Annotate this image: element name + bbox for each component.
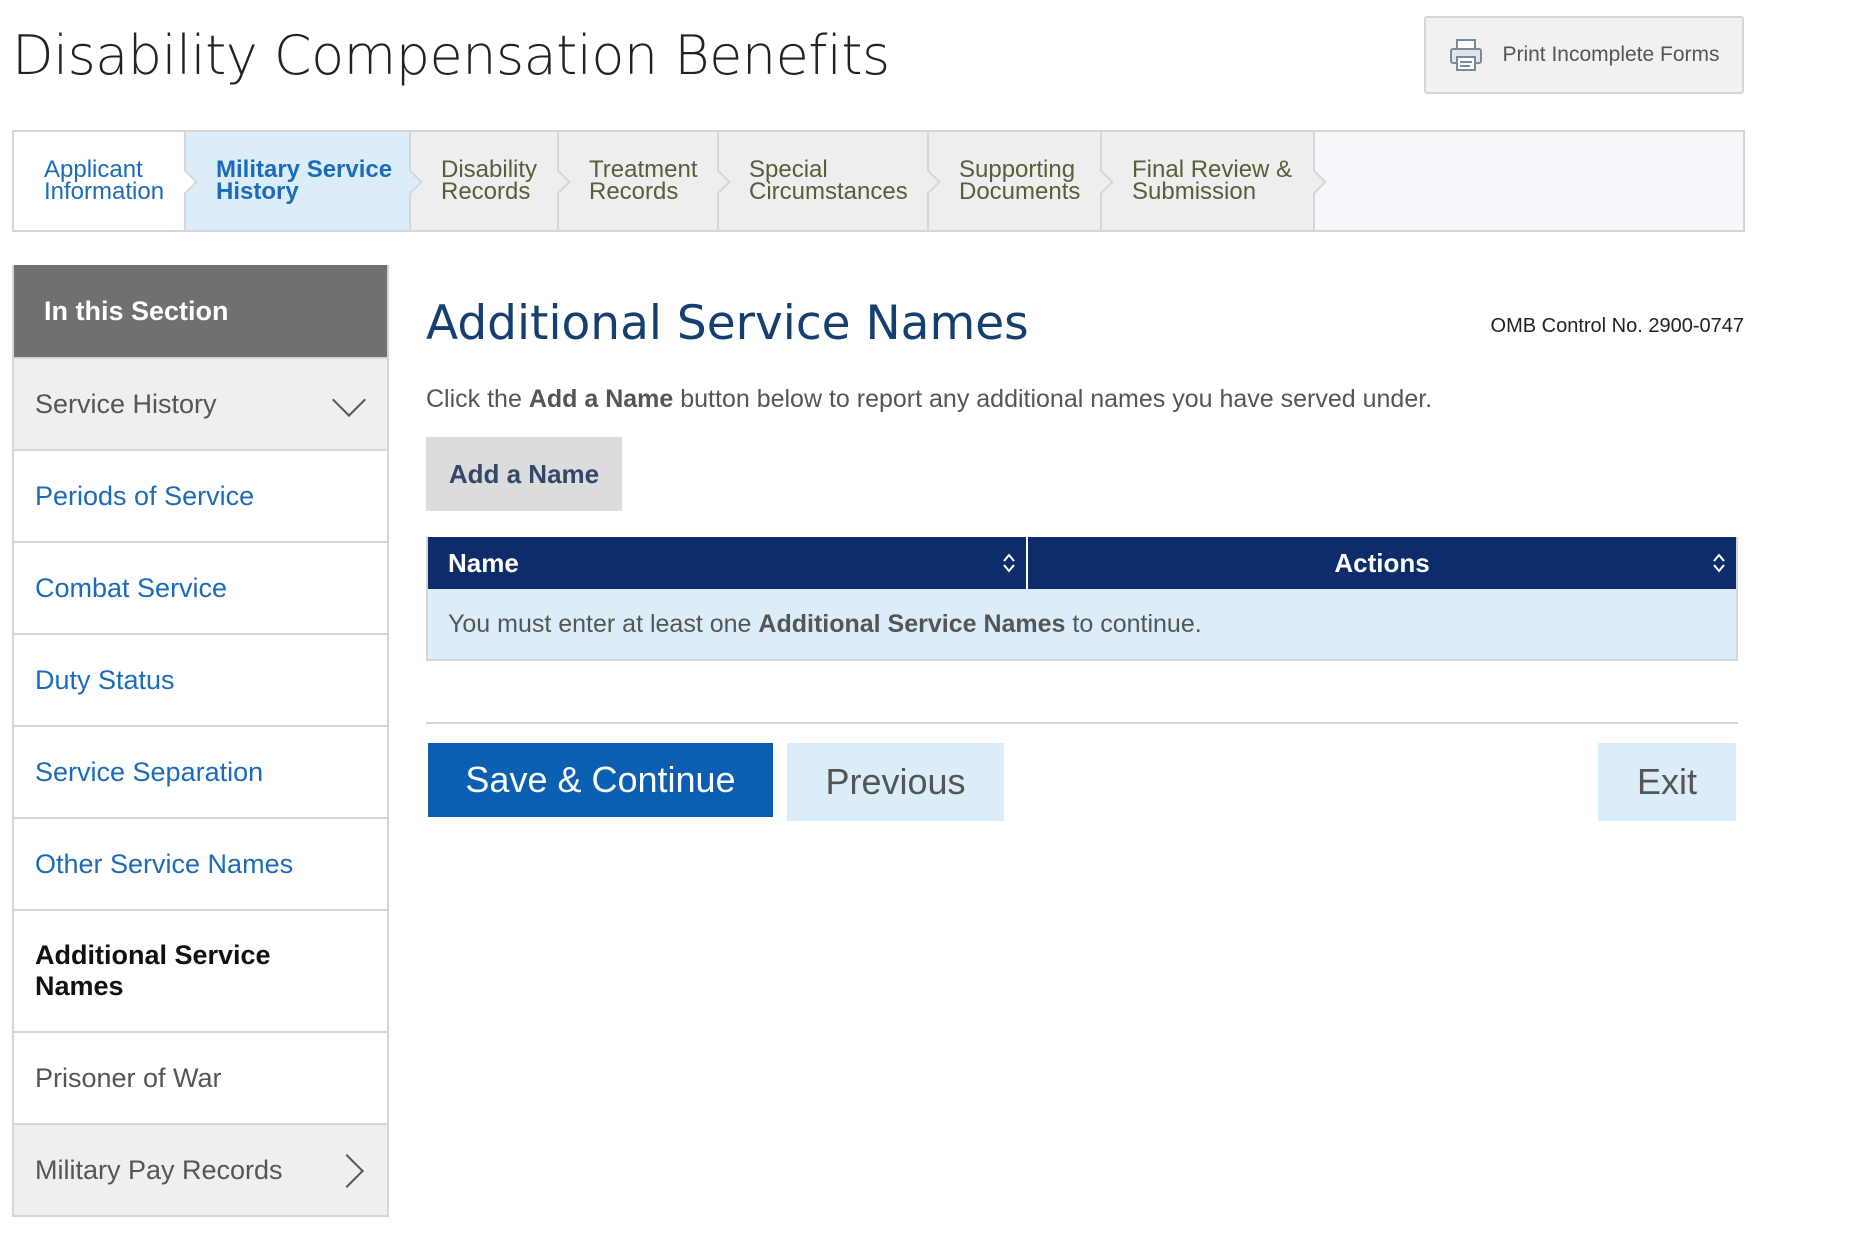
sidebar-item-label: Additional Service Names (35, 940, 271, 1001)
step-special-circumstances[interactable]: Special Circumstances (719, 132, 941, 230)
service-names-table: Name Actions You must enter at least one… (426, 537, 1738, 661)
step-label: Applicant Information (44, 156, 165, 205)
table-empty-message: You must enter at least one Additional S… (428, 589, 1736, 659)
sidebar-item-label: Periods of Service (35, 480, 255, 511)
column-header-actions[interactable]: Actions (1028, 537, 1736, 589)
sidebar-item-label: Combat Service (35, 572, 228, 603)
empty-message-prefix: You must enter at least one (448, 609, 752, 638)
instructions-suffix: button below to report any additional na… (673, 385, 1433, 413)
step-military-service-history[interactable]: Military Service History (186, 132, 423, 230)
column-header-label: Name (448, 547, 519, 578)
progress-steps: Applicant Information Military Service H… (12, 130, 1745, 232)
instructions-prefix: Click the (426, 385, 529, 413)
exit-button[interactable]: Exit (1598, 743, 1736, 821)
print-incomplete-forms-button[interactable]: Print Incomplete Forms (1424, 16, 1744, 94)
printer-icon (1450, 39, 1483, 71)
step-applicant-information[interactable]: Applicant Information (14, 132, 198, 230)
step-supporting-documents[interactable]: Supporting Documents (929, 132, 1114, 230)
step-final-review-submission[interactable]: Final Review & Submission (1102, 132, 1327, 230)
sidebar-item-label: Duty Status (35, 664, 175, 695)
sidebar-item-service-history[interactable]: Service History (14, 357, 387, 449)
sort-icon (1713, 553, 1725, 573)
add-a-name-button[interactable]: Add a Name (426, 437, 622, 511)
sidebar-item-combat-service[interactable]: Combat Service (14, 541, 387, 633)
print-button-label: Print Incomplete Forms (1502, 43, 1720, 66)
page-title: Disability Compensation Benefits (12, 24, 890, 87)
empty-message-suffix: to continue. (1072, 609, 1202, 638)
step-label: Special Circumstances (749, 156, 908, 205)
section-sidebar: In this Section Service History Periods … (12, 265, 389, 1217)
step-label: Supporting Documents (959, 156, 1081, 205)
sidebar-item-duty-status[interactable]: Duty Status (14, 633, 387, 725)
column-header-label: Actions (1334, 547, 1430, 578)
sidebar-item-periods-of-service[interactable]: Periods of Service (14, 449, 387, 541)
omb-control-number: OMB Control No. 2900-0747 (1490, 315, 1744, 337)
step-label: Disability Records (441, 156, 538, 205)
sidebar-item-service-separation[interactable]: Service Separation (14, 725, 387, 817)
section-title: Additional Service Names (426, 296, 1029, 351)
step-disability-records[interactable]: Disability Records (411, 132, 571, 230)
sidebar-item-label: Other Service Names (35, 848, 294, 879)
instructions-emphasis: Add a Name (528, 385, 674, 413)
sidebar-item-label: Service History (35, 388, 217, 419)
sidebar-item-label: Service Separation (35, 756, 264, 787)
previous-button[interactable]: Previous (787, 743, 1004, 821)
chevron-right-icon (330, 1154, 364, 1188)
sort-icon (1003, 553, 1015, 573)
sidebar-heading: In this Section (14, 265, 387, 357)
instructions-text: Click the Add a Name button below to rep… (426, 385, 1432, 414)
step-treatment-records[interactable]: Treatment Records (559, 132, 731, 230)
column-header-name[interactable]: Name (428, 537, 1028, 589)
sidebar-item-label: Prisoner of War (35, 1062, 222, 1093)
empty-message-emphasis: Additional Service Names (758, 609, 1066, 638)
step-label: Final Review & Submission (1132, 156, 1293, 205)
table-header: Name Actions (428, 537, 1736, 589)
footer-divider (426, 722, 1738, 724)
sidebar-item-other-service-names[interactable]: Other Service Names (14, 817, 387, 909)
sidebar-item-label: Military Pay Records (35, 1154, 283, 1185)
sidebar-item-military-pay-records[interactable]: Military Pay Records (14, 1123, 387, 1215)
save-continue-button[interactable]: Save & Continue (428, 743, 773, 817)
sidebar-item-prisoner-of-war[interactable]: Prisoner of War (14, 1031, 387, 1123)
steps-filler (1315, 132, 1743, 230)
chevron-down-icon (332, 383, 366, 417)
step-label: Treatment Records (589, 156, 698, 205)
step-label: Military Service History (216, 156, 393, 205)
sidebar-item-additional-service-names[interactable]: Additional Service Names (14, 909, 387, 1031)
